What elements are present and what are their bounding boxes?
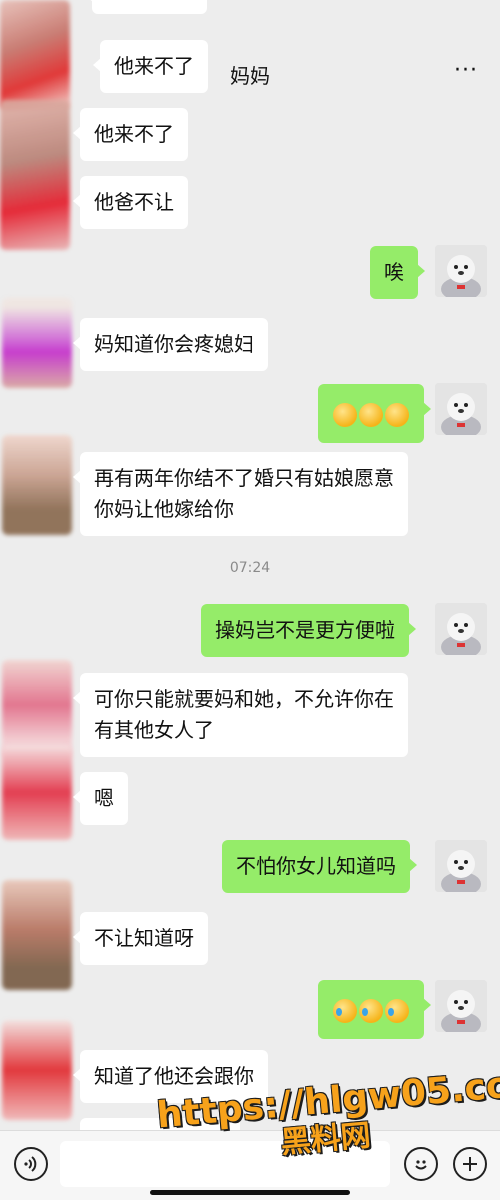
message-bubble-sent[interactable] <box>318 980 431 1039</box>
more-functions-button[interactable] <box>453 1147 487 1181</box>
message-bubble-sent[interactable]: 唉 <box>370 246 425 299</box>
emoji-sweat-icon <box>359 402 383 427</box>
emoji-laugh-cry-icon <box>385 998 409 1023</box>
message-text: 嗯 <box>94 786 114 810</box>
my-avatar[interactable] <box>435 603 487 655</box>
message-bubble-sent[interactable]: 不怕你女儿知道吗 <box>222 840 417 893</box>
message-bubble[interactable]: 他爸不让 <box>73 176 188 229</box>
dog-avatar-icon <box>435 383 487 435</box>
emoji-sweat-icon <box>333 402 357 427</box>
smiley-icon <box>415 1160 427 1170</box>
message-text: 可你只能就要妈和她，不允许你在 <box>94 687 394 711</box>
message-text: 知道了他还会跟你 <box>94 1064 254 1088</box>
message-bubble[interactable]: 妈知道你会疼媳妇 <box>73 318 268 371</box>
my-avatar[interactable] <box>435 245 487 297</box>
contact-avatar[interactable] <box>2 880 72 990</box>
emoji-laugh-cry-icon <box>333 998 357 1023</box>
message-bubble-sent[interactable]: 操妈岂不是更方便啦 <box>201 604 416 657</box>
contact-avatar[interactable] <box>0 100 70 250</box>
plus-icon <box>463 1157 477 1171</box>
timestamp: 07:24 <box>229 560 271 576</box>
more-options-button[interactable]: ··· <box>454 58 478 83</box>
message-text: 你妈让他嫁给你 <box>94 497 234 521</box>
dog-avatar-icon <box>435 840 487 892</box>
message-bubble[interactable]: 不让知道呀 <box>73 912 208 965</box>
message-text: 不怕你女儿知道吗 <box>236 854 396 878</box>
contact-avatar[interactable] <box>2 1020 72 1120</box>
message-text: 唉 <box>384 260 404 284</box>
dog-avatar-icon <box>435 245 487 297</box>
message-text: 不让知道呀 <box>94 926 194 950</box>
voice-input-button[interactable] <box>14 1147 48 1181</box>
message-text: 他爸不让 <box>94 190 174 214</box>
message-bubble-sent[interactable] <box>318 384 431 443</box>
message-bubble[interactable]: 可你只能就要妈和她，不允许你在 有其他女人了 <box>73 673 408 757</box>
my-avatar[interactable] <box>435 840 487 892</box>
dog-avatar-icon <box>435 603 487 655</box>
message-text: 再有两年你结不了婚只有姑娘愿意 <box>94 466 394 490</box>
message-text: 妈知道你会疼媳妇 <box>94 332 254 356</box>
message-bubble[interactable]: 嗯 <box>73 772 128 825</box>
message-text: 他来不了 <box>94 122 174 146</box>
chat-area[interactable]: 他来不了 他来不了 他爸不让 唉 妈知道你会疼媳妇 再有两年你结不了婚只有姑娘愿… <box>0 0 500 1130</box>
message-text: 操妈岂不是更方便啦 <box>215 618 395 642</box>
message-bubble[interactable]: 再有两年你结不了婚只有姑娘愿意 你妈让他嫁给你 <box>73 452 408 536</box>
dog-avatar-icon <box>435 980 487 1032</box>
contact-avatar[interactable] <box>2 745 72 840</box>
chat-title[interactable]: 妈妈 <box>0 60 500 89</box>
emoji-laugh-cry-icon <box>359 998 383 1023</box>
message-text: 有其他女人了 <box>94 718 214 742</box>
my-avatar[interactable] <box>435 980 487 1032</box>
contact-avatar[interactable] <box>2 435 72 535</box>
contact-avatar[interactable] <box>0 0 70 110</box>
message-bubble[interactable]: 他来不了 <box>73 108 188 161</box>
contact-avatar[interactable] <box>2 298 72 388</box>
voice-icon <box>24 1156 37 1172</box>
message-bubble-partial[interactable] <box>85 0 207 14</box>
emoji-button[interactable] <box>404 1147 438 1181</box>
emoji-sweat-icon <box>385 402 409 427</box>
home-indicator <box>150 1190 350 1195</box>
my-avatar[interactable] <box>435 383 487 435</box>
